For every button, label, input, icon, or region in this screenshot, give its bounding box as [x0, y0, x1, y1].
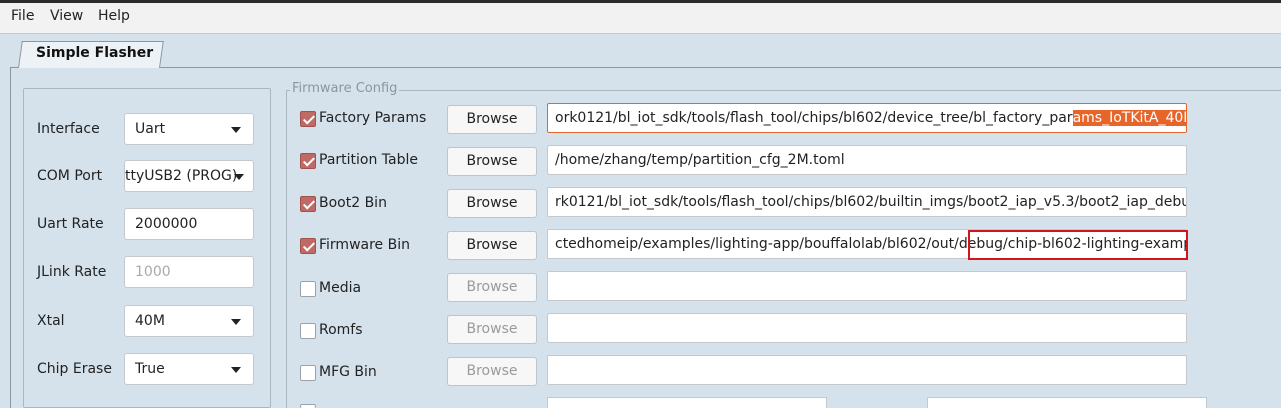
xtal-select[interactable]: 40M — [124, 305, 254, 337]
jlink-rate-value: 1000 — [135, 264, 171, 280]
factory-params-path-selection: ams_IoTKitA_40M.dts — [1072, 110, 1186, 126]
partition-table-path-input[interactable]: /home/zhang/temp/partition_cfg_2M.toml — [547, 145, 1187, 175]
partition-table-path-text: /home/zhang/temp/partition_cfg_2M.toml — [555, 152, 845, 168]
mfg-bin-label: MFG Bin — [319, 364, 377, 380]
media-checkbox[interactable] — [300, 281, 316, 297]
boot2-bin-checkbox[interactable] — [300, 196, 316, 212]
com-port-value: ttyUSB2 (PROG) — [125, 168, 238, 184]
menu-view[interactable]: View — [50, 8, 83, 24]
firmware-bin-browse-button[interactable]: Browse — [447, 231, 537, 260]
media-path-input[interactable] — [547, 271, 1187, 301]
menu-file[interactable]: File — [11, 8, 34, 24]
xtal-label: Xtal — [37, 313, 65, 329]
media-label: Media — [319, 280, 362, 296]
tab-simple-flasher-label: Simple Flasher — [36, 45, 154, 61]
factory-params-browse-button[interactable]: Browse — [447, 105, 537, 134]
uart-rate-label: Uart Rate — [37, 216, 104, 232]
factory-params-label: Factory Params — [319, 110, 427, 126]
partition-table-browse-button[interactable]: Browse — [447, 147, 537, 176]
romfs-checkbox[interactable] — [300, 323, 316, 339]
media-browse-button[interactable]: Browse — [447, 273, 537, 302]
romfs-browse-button[interactable]: Browse — [447, 315, 537, 344]
xtal-value: 40M — [135, 313, 165, 329]
factory-params-path-text: ork0121/bl_iot_sdk/tools/flash_tool/chip… — [555, 110, 1073, 126]
jlink-rate-input[interactable]: 1000 — [124, 256, 254, 288]
uart-rate-input[interactable]: 2000000 — [124, 208, 254, 240]
com-port-select[interactable]: ttyUSB2 (PROG) — [124, 160, 254, 192]
mfg-bin-checkbox[interactable] — [300, 365, 316, 381]
menu-help[interactable]: Help — [98, 8, 130, 24]
firmware-bin-checkbox[interactable] — [300, 238, 316, 254]
chip-erase-value: True — [135, 361, 165, 377]
chevron-down-icon — [231, 319, 241, 325]
chevron-down-icon — [234, 174, 244, 180]
menu-bar: File View Help — [0, 0, 1281, 34]
partition-table-checkbox[interactable] — [300, 153, 316, 169]
jlink-rate-label: JLink Rate — [37, 264, 107, 280]
boot2-bin-label: Boot2 Bin — [319, 195, 387, 211]
interface-value: Uart — [135, 121, 166, 137]
firmware-bin-path-text: ctedhomeip/examples/lighting-app/bouffal… — [555, 236, 1008, 252]
chevron-down-icon — [231, 127, 241, 133]
chip-erase-label: Chip Erase — [37, 361, 112, 377]
firmware-config-title: Firmware Config — [290, 81, 400, 96]
highlight-annotation-box — [968, 230, 1188, 260]
factory-params-checkbox[interactable] — [300, 111, 316, 127]
next-row-input-b[interactable] — [927, 397, 1207, 408]
romfs-label: Romfs — [319, 322, 363, 338]
tab-strip-line — [10, 67, 1281, 68]
boot2-bin-path-input[interactable]: rk0121/bl_iot_sdk/tools/flash_tool/chips… — [547, 187, 1187, 217]
chevron-down-icon — [231, 367, 241, 373]
interface-label: Interface — [37, 121, 100, 137]
next-row-input-a[interactable] — [547, 397, 827, 408]
next-row-checkbox[interactable] — [300, 404, 316, 408]
mfg-bin-browse-button[interactable]: Browse — [447, 357, 537, 386]
chip-erase-select[interactable]: True — [124, 353, 254, 385]
com-port-label: COM Port — [37, 168, 103, 184]
boot2-bin-browse-button[interactable]: Browse — [447, 189, 537, 218]
partition-table-label: Partition Table — [319, 152, 418, 168]
window-top-edge — [0, 0, 1281, 3]
factory-params-path-input[interactable]: ork0121/bl_iot_sdk/tools/flash_tool/chip… — [547, 103, 1187, 133]
mfg-bin-path-input[interactable] — [547, 355, 1187, 385]
romfs-path-input[interactable] — [547, 313, 1187, 343]
interface-select[interactable]: Uart — [124, 113, 254, 145]
boot2-bin-path-text: rk0121/bl_iot_sdk/tools/flash_tool/chips… — [555, 194, 1187, 210]
uart-rate-value: 2000000 — [135, 216, 198, 232]
firmware-bin-label: Firmware Bin — [319, 237, 410, 253]
